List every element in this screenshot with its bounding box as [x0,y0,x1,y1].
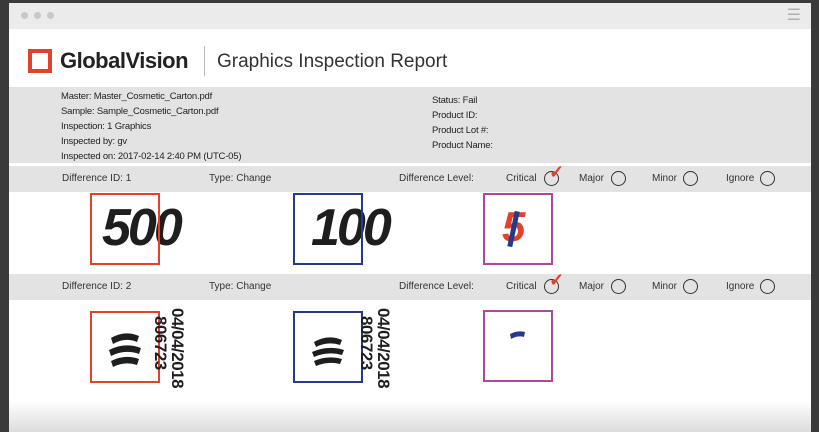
report-window: ☰ GlobalVision Graphics Inspection Repor… [9,3,811,432]
level-minor-label: Minor [652,281,678,292]
level-ignore-label: Ignore [726,281,755,292]
difference-type: Type: Change [209,173,272,184]
difference-2-header: Difference ID: 2 Type: Change Difference… [9,271,811,300]
glyph-mark-icon [312,337,344,366]
level-major-label: Major [579,281,605,292]
inspection-type: Inspection: 1 Graphics [61,121,152,132]
header-divider [204,46,205,76]
window-dot-icon[interactable] [21,12,28,19]
window-titlebar: ☰ [9,3,811,29]
difference-1-header: Difference ID: 1 Type: Change Difference… [9,163,811,192]
difference-id: Difference ID: 2 [62,281,132,292]
level-major-radio[interactable] [611,171,626,186]
window-dot-icon[interactable] [34,12,41,19]
difference-id: Difference ID: 1 [62,173,132,184]
glyph-mark-icon [109,333,141,367]
sample-date: 04/04/2018 [374,308,393,389]
level-ignore-label: Ignore [726,173,755,184]
sample-code: 806723 [357,316,376,370]
product-id: Product ID: [432,110,478,121]
difference-mark-icon [510,331,525,339]
report-title: Graphics Inspection Report [217,51,448,72]
difference-level-label: Difference Level: [399,281,474,292]
inspection-info-panel: Master: Master_Cosmetic_Carton.pdf Sampl… [9,87,811,163]
sample-highlight-frame [293,193,363,265]
brand-name: GlobalVision [60,48,189,73]
master-highlight-frame [90,193,160,265]
window-dot-icon[interactable] [47,12,54,19]
level-ignore-radio[interactable] [760,279,775,294]
level-ignore-radio[interactable] [760,171,775,186]
difference-crop-2 [483,310,553,382]
checkmark-icon: ✓ [549,162,565,182]
product-name: Product Name: [432,140,493,151]
level-major-radio[interactable] [611,279,626,294]
level-minor-radio[interactable] [683,171,698,186]
checkmark-icon: ✓ [549,270,565,290]
difference-type: Type: Change [209,281,272,292]
inspected-by: Inspected by: gv [61,136,127,147]
master-date: 04/04/2018 [168,308,187,389]
difference-crop-1: 5 [483,193,553,265]
level-major-label: Major [579,173,605,184]
level-minor-label: Minor [652,173,678,184]
level-critical-radio[interactable]: ✓ [544,163,564,186]
sample-file: Sample: Sample_Cosmetic_Carton.pdf [61,106,219,117]
level-critical-label: Critical [506,281,537,292]
hamburger-menu-icon[interactable]: ☰ [787,8,801,24]
bottom-fade [9,401,811,432]
sample-crop-1: 100 [293,193,403,265]
level-critical-label: Critical [506,173,537,184]
level-minor-radio[interactable] [683,279,698,294]
master-crop-1: 500 [90,193,200,265]
master-code: 806723 [151,316,170,370]
master-file: Master: Master_Cosmetic_Carton.pdf [61,91,213,102]
master-crop-2: 04/04/2018 806723 [90,308,190,388]
level-critical-radio[interactable]: ✓ [544,271,564,294]
globalvision-logo-icon [28,49,52,73]
status: Status: Fail [432,95,478,106]
sample-crop-2: 04/04/2018 806723 [293,308,393,388]
difference-highlight-frame [483,310,553,382]
inspected-on: Inspected on: 2017-02-14 2:40 PM (UTC-05… [61,151,242,162]
difference-level-label: Difference Level: [399,173,474,184]
product-lot: Product Lot #: [432,125,489,136]
